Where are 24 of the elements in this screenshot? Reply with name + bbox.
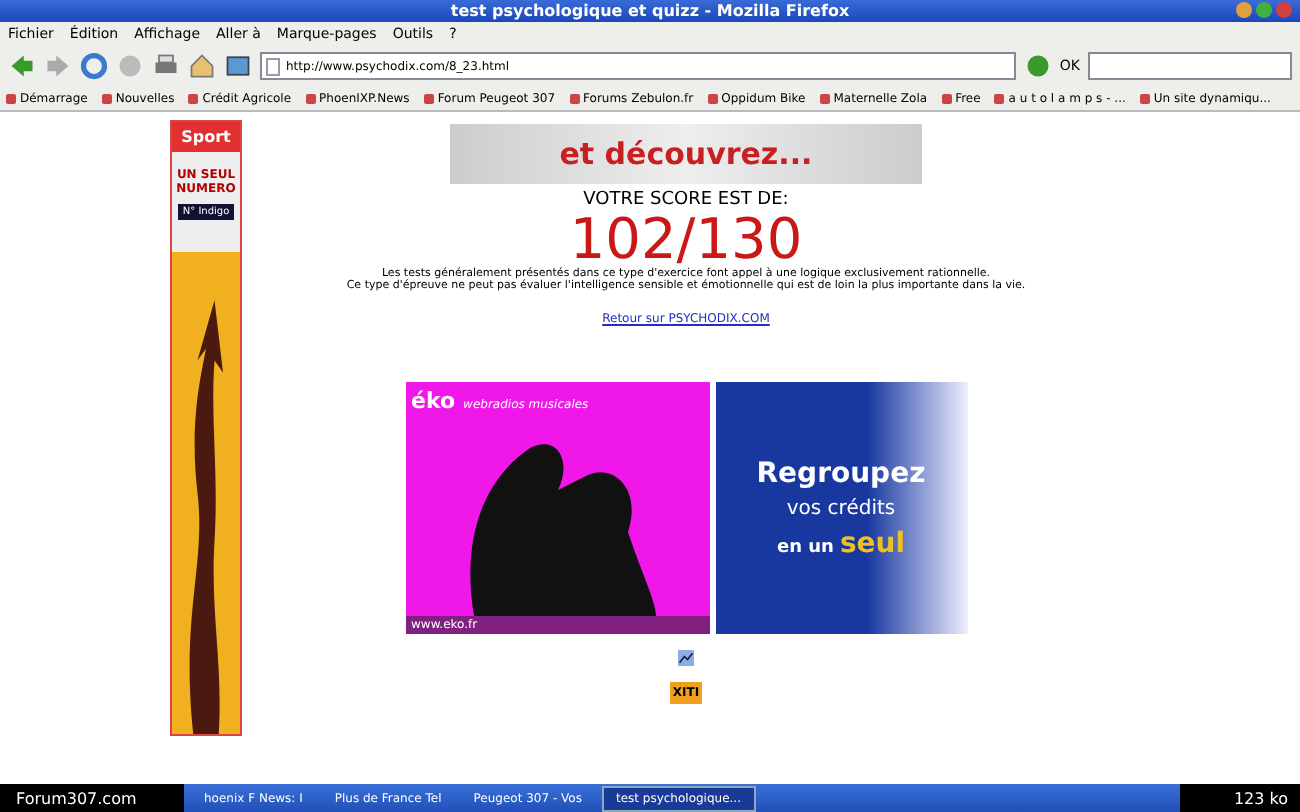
- ad-headline: Regroupez: [756, 457, 926, 490]
- window-title: test psychologique et quizz - Mozilla Firefox: [450, 2, 850, 20]
- chart-icon: [678, 650, 694, 667]
- ad-text: seul: [839, 527, 906, 560]
- ad-logo: éko: [411, 388, 456, 415]
- ad-text: vos crédits: [786, 497, 896, 520]
- credit-advertisement[interactable]: Regroupez vos crédits en un seul: [715, 382, 967, 635]
- maximize-button[interactable]: [1256, 2, 1272, 18]
- back-arrow-icon[interactable]: [8, 52, 36, 80]
- score-heading: VOTRE SCORE EST DE:: [583, 190, 789, 210]
- banner-advertisement[interactable]: et découvrez...: [450, 124, 922, 184]
- taskbar-label[interactable]: Forum307.com: [0, 784, 184, 812]
- banner-text: et découvrez...: [559, 136, 813, 172]
- home-icon[interactable]: [188, 52, 216, 80]
- status-text: 123 ko: [1180, 784, 1300, 812]
- score-value: 102/130: [569, 210, 803, 269]
- forward-arrow-icon[interactable]: [44, 52, 72, 80]
- go-icon[interactable]: [1023, 52, 1052, 80]
- ad-brand: Sport: [172, 122, 240, 152]
- search-field[interactable]: [1088, 52, 1292, 80]
- reload-icon[interactable]: [80, 52, 108, 80]
- minimize-button[interactable]: [1236, 2, 1252, 18]
- ad-text: en un: [776, 537, 834, 558]
- picture-icon[interactable]: [224, 52, 252, 80]
